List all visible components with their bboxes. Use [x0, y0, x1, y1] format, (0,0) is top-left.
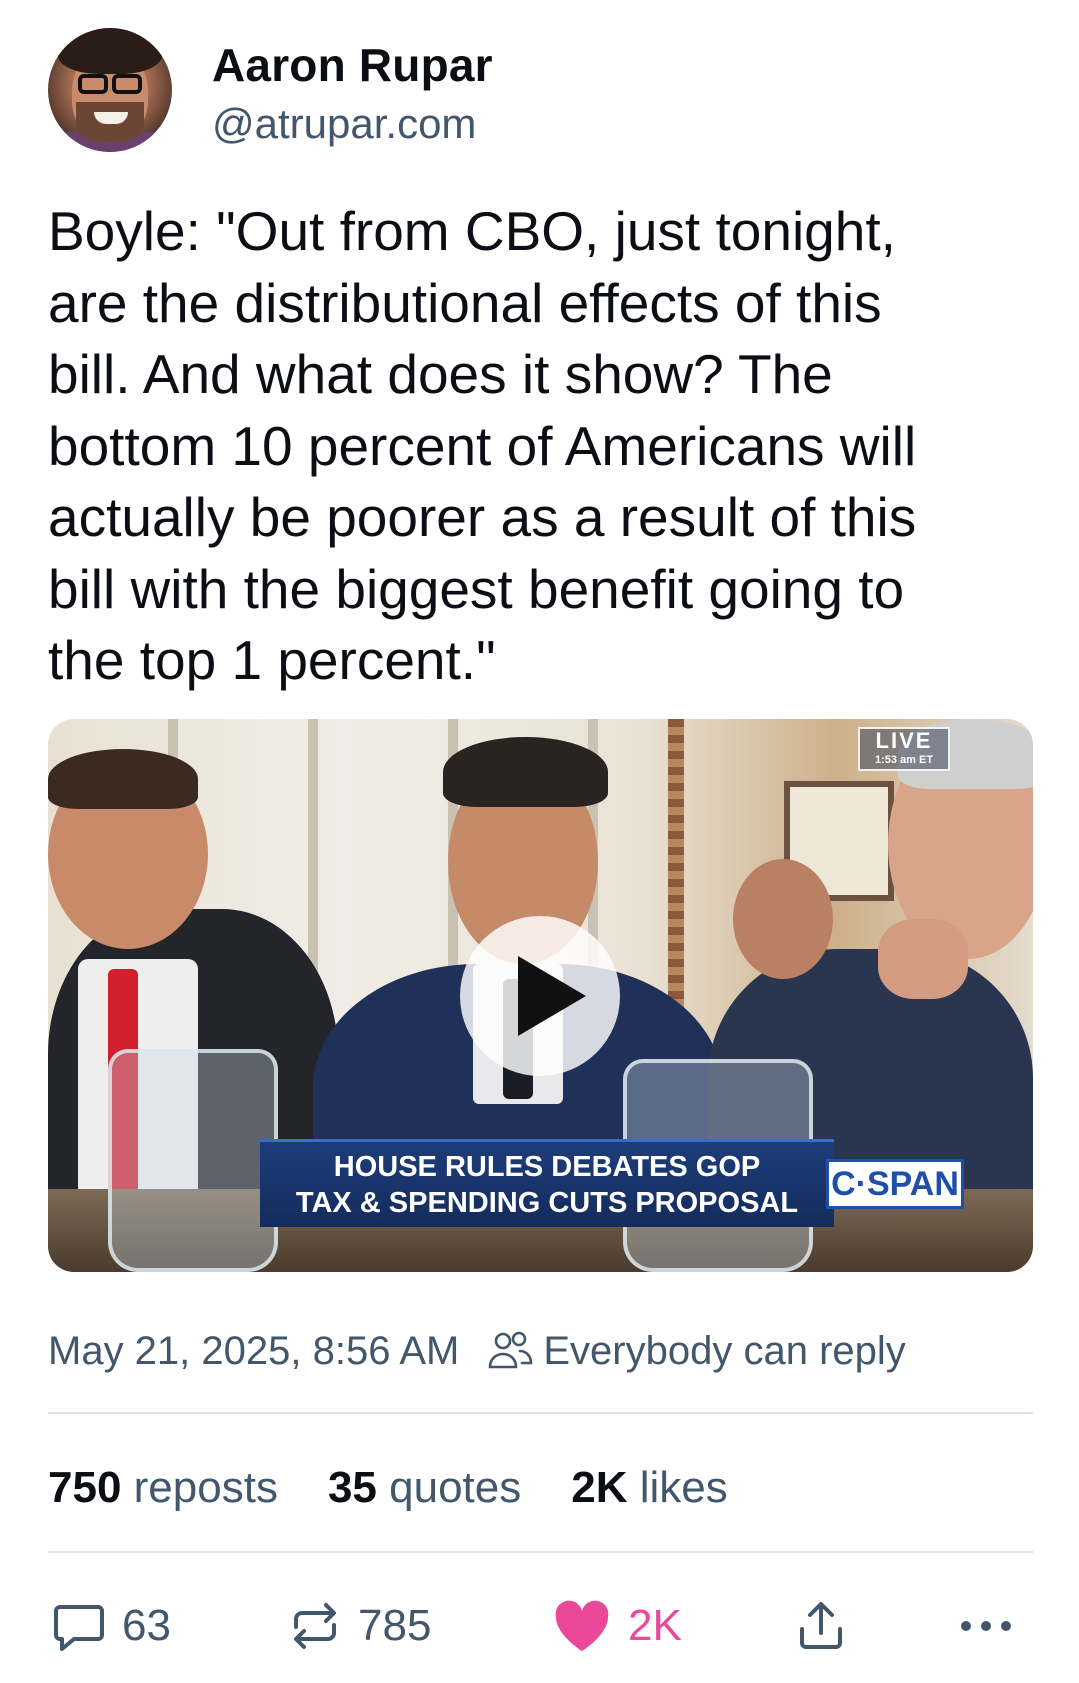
post-page: Aaron Rupar @atrupar.com Boyle: "Out fro… [0, 0, 1079, 1683]
quotes-count: 35 [327, 1463, 377, 1512]
divider [48, 1551, 1033, 1553]
engagement-stats: 750 reposts 35 quotes 2K likes [48, 1460, 778, 1516]
action-bar: 63 785 2K [48, 1596, 1033, 1656]
live-time: 1:53 am ET [874, 754, 934, 766]
post-text: Boyle: "Out from CBO, just tonight, are … [48, 200, 917, 691]
share-button[interactable] [794, 1596, 864, 1656]
video-player[interactable]: LIVE 1:53 am ET HOUSE RULES DEBATES GOP … [48, 719, 1033, 1272]
likes-count: 2K [571, 1463, 628, 1512]
quotes-label: quotes [389, 1463, 522, 1512]
repost-count: 785 [358, 1601, 432, 1650]
like-button[interactable]: 2K [552, 1596, 682, 1656]
chyron-line-2: TAX & SPENDING CUTS PROPOSAL [295, 1187, 799, 1219]
divider [48, 1412, 1033, 1414]
video-chyron: HOUSE RULES DEBATES GOP TAX & SPENDING C… [260, 1139, 834, 1227]
reposts-count: 750 [48, 1463, 122, 1512]
repost-button[interactable]: 785 [288, 1596, 431, 1656]
likes-label: likes [639, 1463, 728, 1512]
reply-count: 63 [122, 1601, 171, 1650]
play-button[interactable] [460, 916, 620, 1076]
quotes-stat[interactable]: 35 quotes [328, 1463, 521, 1513]
network-logo: C·SPAN [826, 1159, 964, 1209]
likes-stat[interactable]: 2K likes [571, 1463, 728, 1513]
live-label: LIVE [875, 728, 933, 753]
author-display-name[interactable]: Aaron Rupar [212, 38, 493, 92]
share-icon [800, 1602, 842, 1649]
more-icon [961, 1621, 1011, 1631]
reply-icon [54, 1605, 104, 1651]
heart-icon [555, 1600, 609, 1651]
post-metadata: May 21, 2025, 8:56 AM Everybody can repl… [48, 1326, 906, 1376]
live-indicator: LIVE 1:53 am ET [858, 727, 950, 771]
avatar[interactable] [48, 28, 172, 152]
chyron-line-1: HOUSE RULES DEBATES GOP [333, 1151, 761, 1183]
people-icon [489, 1331, 533, 1369]
repost-icon [294, 1603, 336, 1649]
like-count: 2K [628, 1601, 682, 1650]
reply-button[interactable]: 63 [52, 1596, 171, 1656]
reposts-stat[interactable]: 750 reposts [48, 1463, 278, 1513]
post-timestamp: May 21, 2025, 8:56 AM [48, 1328, 460, 1373]
author-handle[interactable]: @atrupar.com [212, 100, 476, 148]
play-icon [518, 956, 586, 1036]
reply-setting[interactable]: Everybody can reply [543, 1329, 905, 1374]
reposts-label: reposts [133, 1463, 278, 1512]
more-button[interactable] [956, 1596, 1032, 1656]
